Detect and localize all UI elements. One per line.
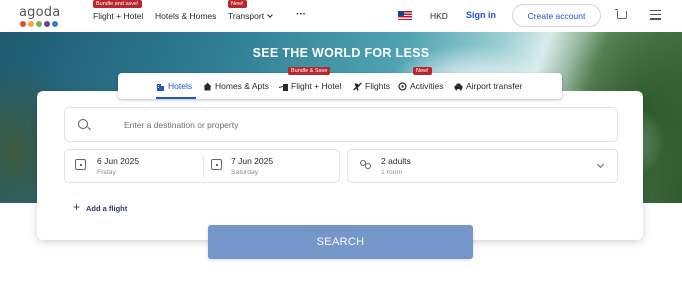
activities-new-badge: New! [413,67,432,75]
calendar-icon [75,159,86,170]
chevron-down-icon [267,12,273,18]
search-button[interactable]: SEARCH [208,225,473,259]
tab-flights[interactable]: Flights [353,81,390,91]
plus-icon: + [73,200,81,214]
tab-homes-label: Homes & Apts [215,81,269,91]
logo-dots [20,21,60,27]
nav-hotels-homes[interactable]: Hotels & Homes [155,11,216,21]
tab-activities-label: Activities [410,81,444,91]
checkin-day: Friday [97,169,116,176]
active-tab-indicator [156,97,196,99]
guests-count: 2 adults [381,156,411,166]
top-nav: agoda Bundle and save! Flight + Hotel Ho… [0,0,682,32]
date-divider [203,156,204,178]
flight-hotel-badge: Bundle and save! [93,0,142,8]
tab-hotels[interactable]: Hotels [156,81,192,91]
tab-airport-transfer[interactable]: Airport transfer [454,81,522,91]
agoda-logo[interactable]: agoda [19,5,60,27]
nav-flight-hotel[interactable]: Flight + Hotel [93,11,143,21]
nav-transport-label: Transport [228,11,265,21]
destination-input[interactable]: Enter a destination or property [64,107,618,142]
add-flight-label: Add a flight [86,203,128,213]
chevron-down-icon [596,160,605,169]
guests-icon [360,160,372,172]
sign-in-link[interactable]: Sign in [466,10,496,20]
tab-airport-transfer-label: Airport transfer [466,81,523,91]
activities-icon [398,81,407,91]
create-account-button[interactable]: Create account [512,4,601,27]
transport-badge: New! [228,0,247,8]
calendar-icon [211,159,222,170]
search-icon [78,119,88,129]
flight-hotel-icon [279,82,288,91]
airplane-icon [353,82,362,91]
us-flag-icon[interactable] [398,11,412,20]
nav-transport[interactable]: Transport [228,11,273,21]
tab-flight-hotel-label: Flight + Hotel [291,81,342,91]
bundle-save-badge: Bundle & Save [288,67,331,75]
search-card: Enter a destination or property 6 Jun 20… [37,91,643,240]
add-flight-link[interactable]: + Add a flight [73,200,128,215]
tab-flights-label: Flights [365,81,391,91]
checkin-date[interactable]: 6 Jun 2025 [97,156,139,166]
house-icon [203,82,212,91]
tab-hotels-label: Hotels [168,81,193,91]
currency-selector[interactable]: HKD [430,11,448,21]
building-icon [156,82,165,91]
checkout-date[interactable]: 7 Jun 2025 [231,156,273,166]
hero-title: SEE THE WORLD FOR LESS [252,46,430,60]
tab-activities[interactable]: Activities [398,81,444,91]
tab-flight-hotel[interactable]: Flight + Hotel [279,81,341,91]
checkout-day: Saturday [231,169,259,176]
rooms-count: 1 room [381,169,403,176]
destination-placeholder: Enter a destination or property [124,120,239,130]
product-tabs: Hotels Homes & Apts Bundle & Save Flight… [118,67,562,99]
cart-icon[interactable] [615,9,627,19]
date-picker[interactable]: 6 Jun 2025 Friday 7 Jun 2025 Saturday [64,149,340,183]
tab-homes[interactable]: Homes & Apts [203,81,269,91]
more-menu-icon[interactable]: ··· [296,9,306,20]
car-icon [454,82,463,91]
logo-text: agoda [19,5,61,20]
occupancy-selector[interactable]: 2 adults 1 room [347,149,618,183]
menu-icon[interactable] [650,10,661,20]
